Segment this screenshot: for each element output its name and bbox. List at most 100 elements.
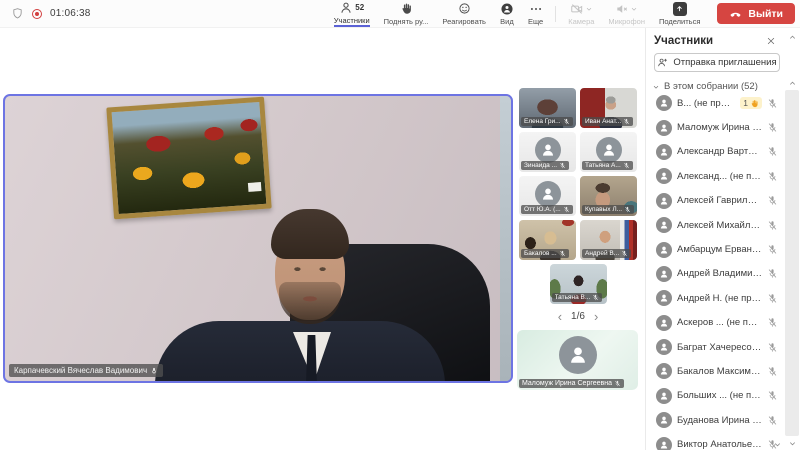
participant-thumbnail[interactable]: Андрей В... <box>580 220 637 260</box>
participants-button[interactable]: 52 Участники <box>327 0 377 28</box>
person-icon <box>659 269 669 279</box>
participant-row[interactable]: В... (не проверено) 1 <box>646 91 783 115</box>
raise-hand-button[interactable]: Поднять ру... <box>377 0 436 28</box>
participant-row[interactable]: Маломуж Ирина Сергее... <box>646 115 783 139</box>
participant-row[interactable]: Алексей Гаврилович Плу... <box>646 189 783 213</box>
avatar <box>559 336 597 374</box>
participant-thumbnail[interactable]: Бакалов ... <box>519 220 576 260</box>
participant-row[interactable]: Буданова Ирина Юрьевна <box>646 408 783 432</box>
participant-name: Маломуж Ирина Сергее... <box>677 122 762 133</box>
scrollbar-track[interactable] <box>785 90 799 436</box>
leave-button[interactable]: Выйти <box>717 3 795 24</box>
main-speaker-video[interactable]: Карпачевский Вячеслав Вадимович <box>3 94 513 383</box>
microphone-button[interactable]: Микрофон <box>601 0 652 28</box>
person-icon <box>540 142 556 158</box>
participant-thumbnail[interactable]: Елена Гри... <box>519 88 576 128</box>
participant-row[interactable]: Александ... (не проверено) <box>646 164 783 188</box>
person-icon <box>540 186 556 202</box>
participant-avatar <box>656 120 672 136</box>
participant-avatar <box>656 363 672 379</box>
participant-avatar <box>656 290 672 306</box>
camera-button[interactable]: Камера <box>561 0 601 28</box>
scroll-down-icon[interactable] <box>784 437 800 449</box>
meeting-status-group: 01:06:38 <box>0 7 175 20</box>
pager-prev-icon[interactable]: ‹ <box>558 312 562 322</box>
recording-indicator <box>32 9 42 19</box>
leave-label: Выйти <box>748 8 783 20</box>
sidebar-scrollbar[interactable] <box>784 28 800 450</box>
mic-off-icon <box>614 380 621 387</box>
participant-row[interactable]: Александр Вартанович Ч... <box>646 140 783 164</box>
participant-thumbnail[interactable]: Отт Ю.А. (... <box>519 176 576 216</box>
participant-name: Александ... (не проверено) <box>677 171 762 182</box>
participants-icon <box>339 1 353 15</box>
mic-off-icon <box>623 118 630 125</box>
mic-off-icon <box>767 366 778 377</box>
participant-name: Баграт Хачересович Куль... <box>677 342 762 353</box>
participant-row[interactable]: Андрей Владимирович ... <box>646 262 783 286</box>
participant-row[interactable]: Аскеров ... (не проверено) <box>646 311 783 335</box>
mic-off-icon <box>767 415 778 426</box>
participant-thumbnail[interactable]: Купавых Л... <box>580 176 637 216</box>
participant-avatar <box>656 388 672 404</box>
more-button[interactable]: Еще <box>521 0 550 28</box>
mic-off-icon <box>767 220 778 231</box>
react-button[interactable]: Реагировать <box>435 0 493 28</box>
smiley-icon <box>458 2 471 15</box>
raise-hand-icon <box>400 2 413 15</box>
thumbnail-name: Татьяна В... <box>555 294 591 301</box>
participant-name: Аскеров ... (не проверено) <box>677 317 762 328</box>
camera-chevron-icon[interactable] <box>585 5 593 13</box>
pager-next-icon[interactable]: › <box>594 312 598 322</box>
close-panel-button[interactable] <box>766 36 776 46</box>
participant-row[interactable]: Виктор Анатольевич Фи... <box>646 432 783 450</box>
video-background-detail <box>500 96 511 381</box>
view-button[interactable]: Вид <box>493 0 521 28</box>
mic-off-icon <box>563 118 570 125</box>
panel-header: Участники <box>646 28 800 51</box>
pinned-name-label: Маломуж Ирина Сергеевна <box>519 379 624 388</box>
painting-card <box>248 182 262 192</box>
mic-off-icon <box>767 98 778 109</box>
react-label: Реагировать <box>442 17 486 26</box>
participant-avatar <box>656 144 672 160</box>
participant-row[interactable]: Андрей Н. (не проверено) <box>646 286 783 310</box>
person-add-icon <box>657 57 668 68</box>
thumbnail-name: Отт Ю.А. (... <box>524 206 561 213</box>
participant-avatar <box>656 217 672 233</box>
avatar <box>535 137 561 163</box>
person-icon <box>567 344 589 366</box>
mic-off-icon <box>767 244 778 255</box>
participant-row[interactable]: Амбарцум Ервандович Х... <box>646 237 783 261</box>
list-scroll-down-icon[interactable] <box>773 440 782 449</box>
participant-row[interactable]: Баграт Хачересович Куль... <box>646 335 783 359</box>
person-icon <box>659 318 669 328</box>
participant-name: Больших ... (не проверено) <box>677 390 762 401</box>
participant-thumbnail[interactable]: Татьяна В... <box>550 264 607 304</box>
thumbnail-name-label: Елена Гри... <box>521 117 573 126</box>
participant-thumbnail[interactable]: Татьяна А... <box>580 132 637 172</box>
thumbnail-name-label: Купавых Л... <box>582 205 634 214</box>
mic-off-icon <box>767 171 778 182</box>
participant-thumbnail[interactable]: Иван Анат... <box>580 88 637 128</box>
thumbnail-name-label: Иван Анат... <box>582 117 633 126</box>
participant-row[interactable]: Больших ... (не проверено) <box>646 384 783 408</box>
pinned-participant-tile[interactable]: Маломуж Ирина Сергеевна <box>517 330 638 390</box>
scroll-up-icon[interactable] <box>784 31 800 43</box>
participant-row[interactable]: Алексей Михайлович Ля... <box>646 213 783 237</box>
participant-avatar <box>656 242 672 258</box>
thumbnail-name: Андрей В... <box>585 250 619 257</box>
hand-icon <box>750 99 759 108</box>
share-button[interactable]: Поделиться <box>652 0 707 28</box>
participant-avatar <box>656 437 672 450</box>
view-label: Вид <box>500 17 514 26</box>
mic-off-icon <box>767 390 778 401</box>
thumbnail-name-label: Татьяна В... <box>552 293 603 302</box>
list-scroll-up-icon[interactable] <box>784 77 800 89</box>
participant-name: Андрей Н. (не проверено) <box>677 293 762 304</box>
participant-row[interactable]: Бакалов Максим Владим... <box>646 359 783 383</box>
person-icon <box>659 415 669 425</box>
send-invitation-button[interactable]: Отправка приглашения <box>654 53 780 72</box>
participant-thumbnail[interactable]: Зинаида ... <box>519 132 576 172</box>
microphone-chevron-icon[interactable] <box>630 5 638 13</box>
